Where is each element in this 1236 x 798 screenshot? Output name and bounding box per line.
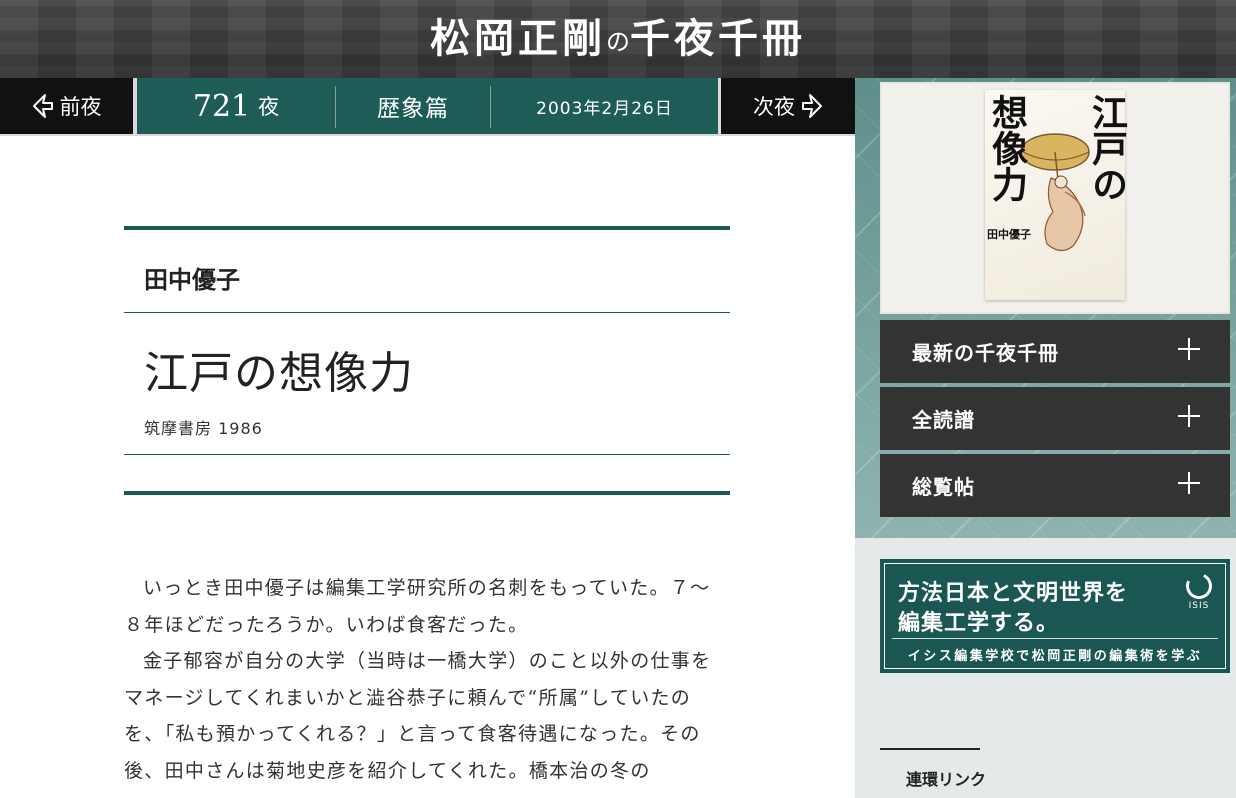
banner-headline-1: 方法日本と文明世界を [898,581,1129,606]
isis-ring-icon [1182,569,1216,603]
related-links-title: 連環リンク [906,770,987,789]
night-label: 夜 [258,95,280,119]
genre-label: 歴象篇 [377,96,449,122]
genre-cell[interactable]: 歴象篇 [336,78,490,134]
site-header: 松岡正剛の千夜千冊 [0,0,1236,78]
article-paragraph: いっとき田中優子は編集工学研究所の名刺をもっていた。７〜８年ほどだったろうか。い… [124,577,711,636]
cover-title-right: 江戸の [1086,94,1128,202]
book-publisher: 筑摩書房 1986 [144,419,263,438]
plus-icon [1178,472,1200,494]
sidebar-item-overview[interactable]: 総覧帖 [880,454,1230,517]
cover-title-left: 想像力 [986,94,1028,202]
prev-night-label: 前夜 [59,95,102,119]
sidebar-item-latest[interactable]: 最新の千夜千冊 [880,320,1230,383]
divider-thick [124,491,730,495]
arrow-left-icon [32,94,53,118]
links-divider [880,748,980,750]
night-number-cell: 721 夜 [137,78,335,134]
sidebar-item-label: 全読譜 [912,408,975,432]
night-number: 721 [192,88,251,124]
next-night-button[interactable]: 次夜 [721,78,855,134]
book-info: 田中優子 江戸の想像力 筑摩書房 1986 [124,226,730,495]
isis-logo-text: ISIS [1188,601,1210,611]
plus-icon [1178,338,1200,360]
night-info: 721 夜 歴象篇 2003年2月26日 [137,78,718,134]
article-body: いっとき田中優子は編集工学研究所の名刺をもっていた。７〜８年ほどだったろうか。い… [124,570,730,789]
publish-date: 2003年2月26日 [536,98,673,119]
plus-icon [1178,405,1200,427]
book-author[interactable]: 田中優子 [124,230,730,312]
arrow-right-icon [802,94,822,118]
date-cell: 2003年2月26日 [491,78,718,134]
site-title-series: 千夜千冊 [630,16,806,62]
banner-headline-2: 編集工学する。 [898,611,1060,636]
banner-subtitle: イシス編集学校で松岡正剛の編集術を学ぶ [907,649,1203,664]
cover-author: 田中優子 [987,228,1031,241]
book-title: 江戸の想像力 [144,348,414,399]
isis-school-banner[interactable]: 方法日本と文明世界を 編集工学する。 イシス編集学校で松岡正剛の編集術を学ぶ I… [880,559,1230,673]
article-paragraph: 金子郁容が自分の大学（当時は一橋大学）のこと以外の仕事をマネージしてくれまいかと… [124,650,712,782]
next-night-label: 次夜 [753,95,795,119]
banner-divider [892,638,1218,639]
isis-logo: ISIS [1182,569,1216,617]
sidebar-item-all-readings[interactable]: 全読譜 [880,387,1230,450]
sidebar-item-label: 最新の千夜千冊 [912,341,1059,365]
night-nav-bar: 前夜 721 夜 歴象篇 2003年2月26日 次夜 [0,78,855,136]
site-title[interactable]: 松岡正剛の千夜千冊 [0,14,1236,67]
site-title-no: の [606,28,630,56]
site-title-name: 松岡正剛 [430,16,606,62]
book-cover-image[interactable]: 江戸の 想像力 田中優子 [985,90,1128,300]
prev-night-button[interactable]: 前夜 [0,78,133,134]
sidebar-item-label: 総覧帖 [912,475,975,499]
